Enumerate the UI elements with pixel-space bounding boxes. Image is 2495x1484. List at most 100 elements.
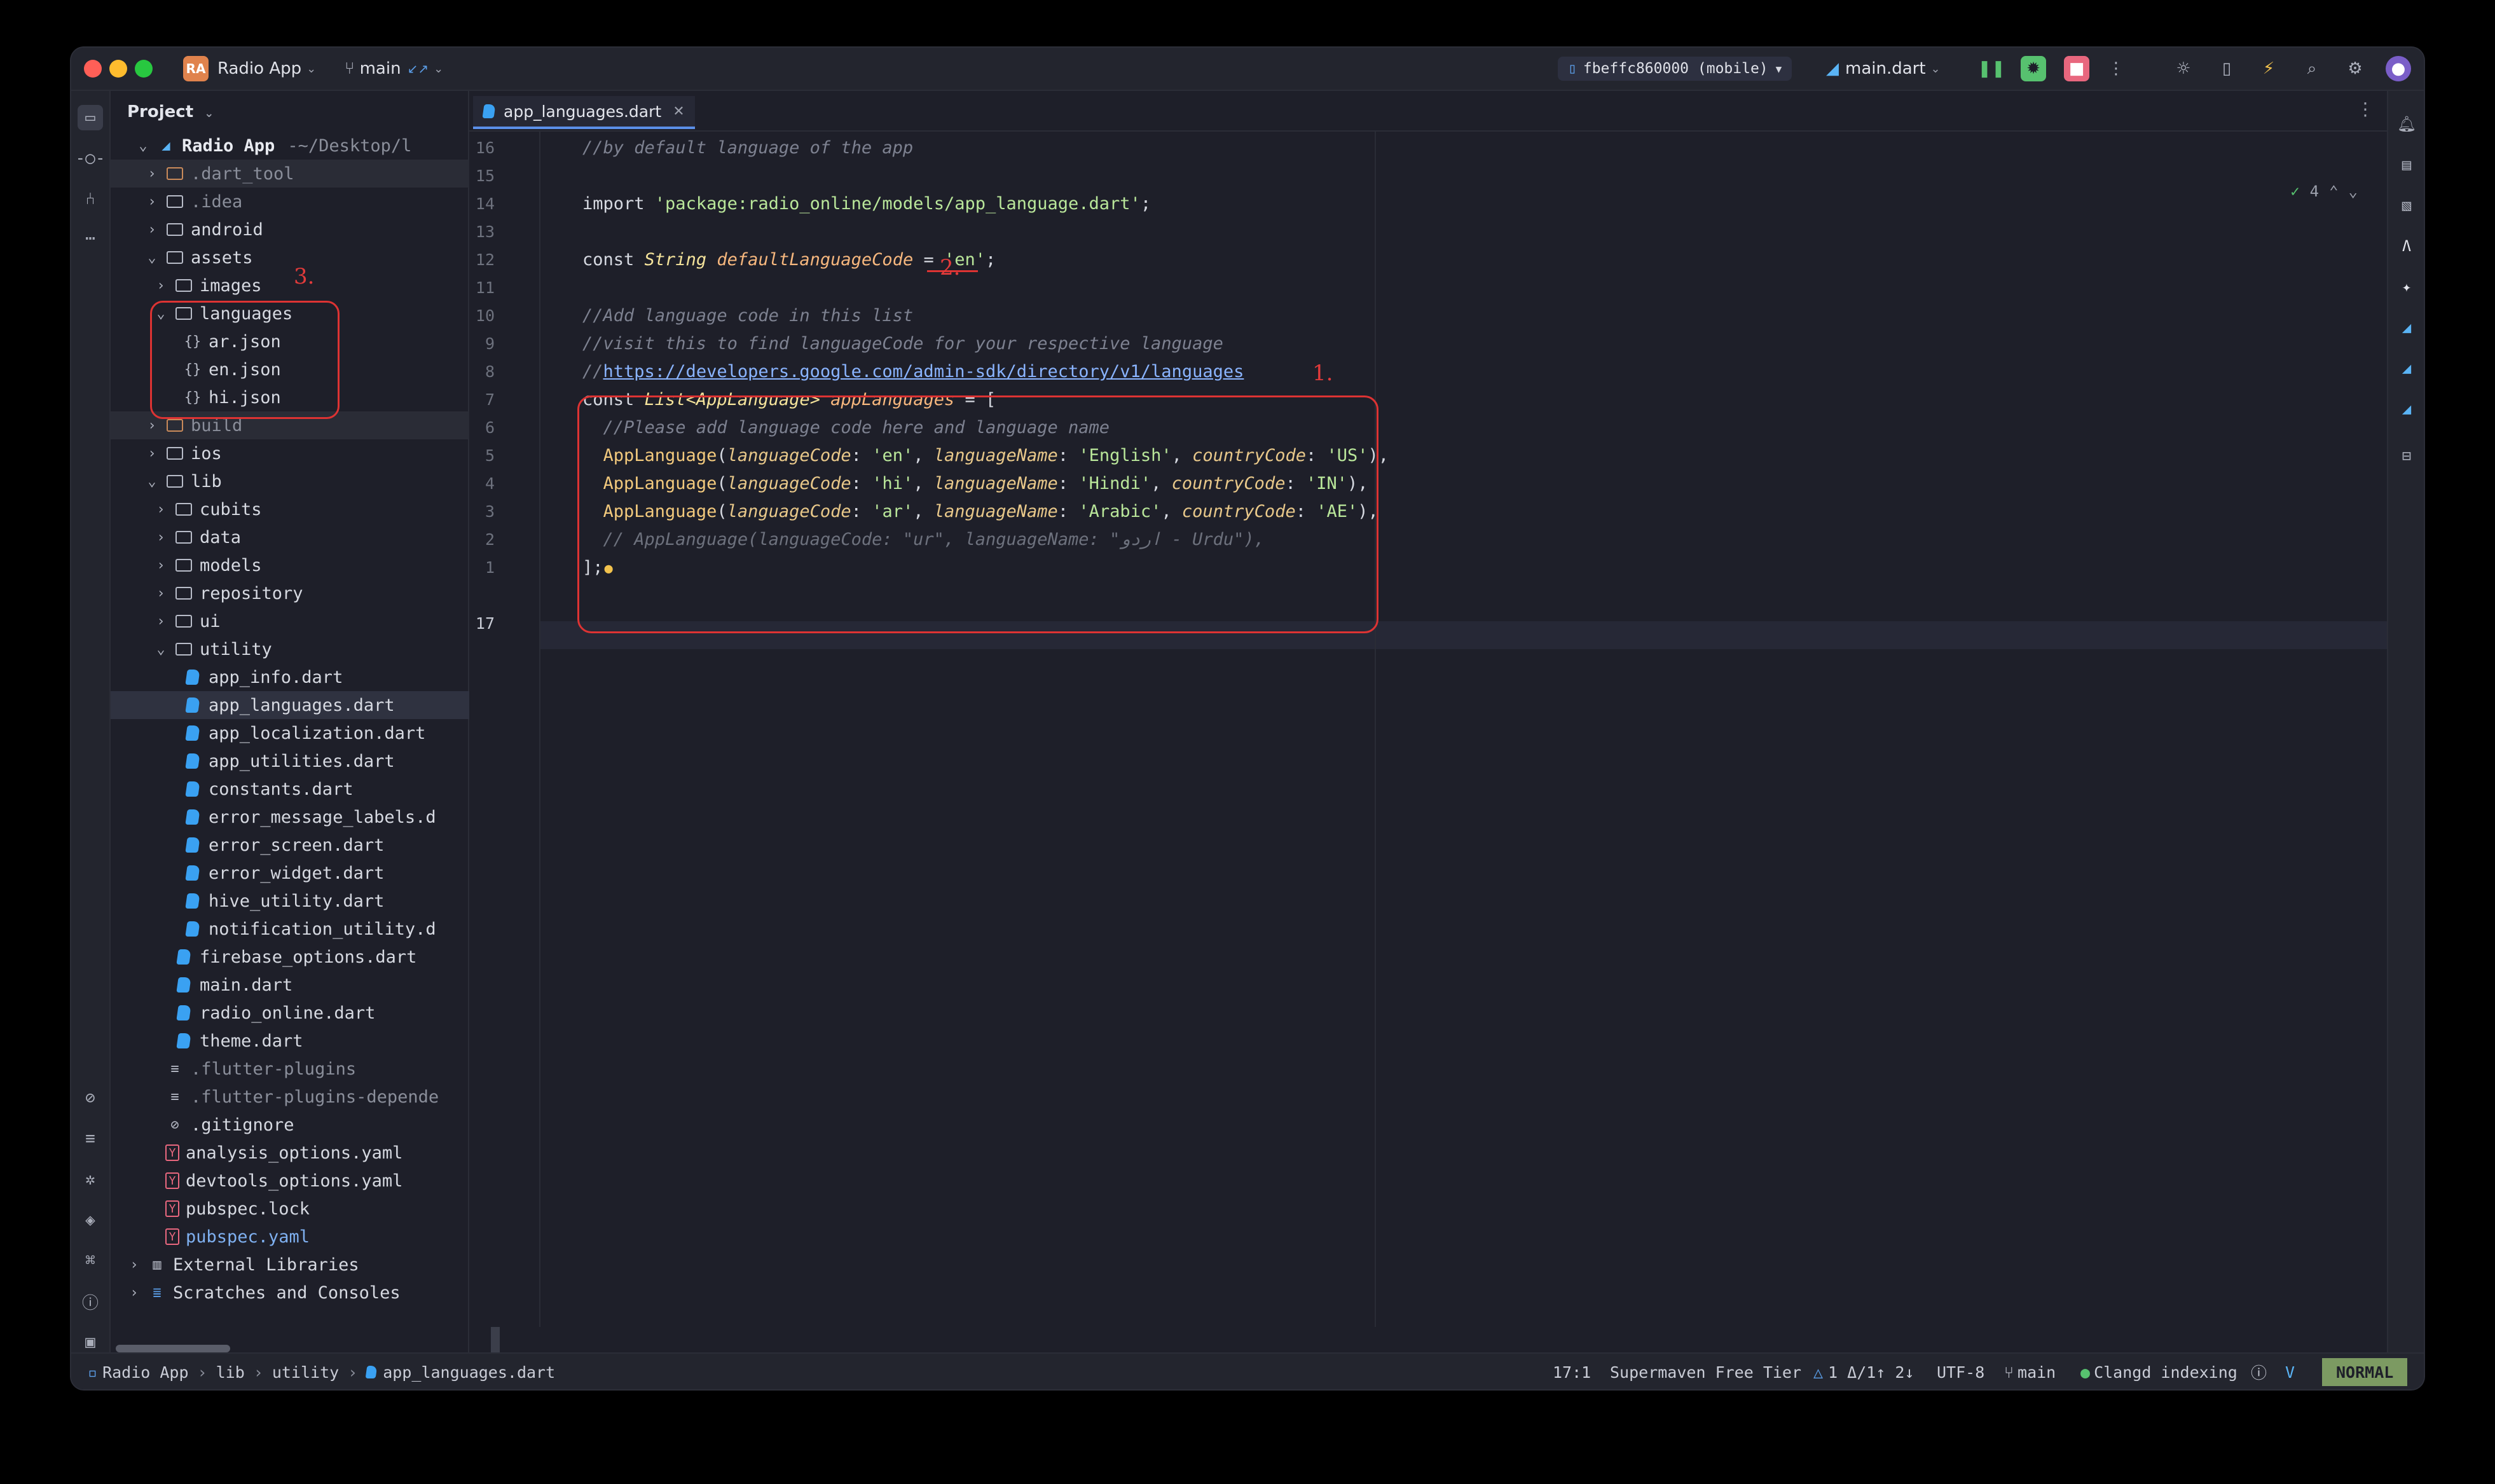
search-icon[interactable]: ⌕ xyxy=(2299,56,2325,81)
tree-item[interactable]: › models xyxy=(111,551,510,579)
tree-item[interactable]: main.dart xyxy=(111,971,510,999)
flutter-outline-icon[interactable]: ◢ xyxy=(2394,396,2419,422)
chevron-up-icon[interactable]: ⌃ xyxy=(2329,182,2338,200)
line-number[interactable]: 13 xyxy=(457,218,495,246)
sparkle-icon[interactable]: ✦ xyxy=(2394,274,2419,299)
minimize-window-button[interactable] xyxy=(109,60,127,78)
tree-item[interactable]: firebase_options.dart xyxy=(111,943,510,971)
tree-item[interactable]: hive_utility.dart xyxy=(111,887,519,915)
git-branch-status[interactable]: ⑂ main xyxy=(2004,1354,2056,1389)
line-number[interactable]: 12 xyxy=(457,246,495,274)
run-config-selector[interactable]: ◢ main.dart ⌄ xyxy=(1826,48,1941,90)
tree-item[interactable]: Ypubspec.yaml xyxy=(111,1223,501,1251)
more-vertical-icon[interactable]: ⋮ xyxy=(2103,56,2129,81)
tree-item[interactable]: Ydevtools_options.yaml xyxy=(111,1167,501,1195)
ai-assistant-icon[interactable]: Ʌ xyxy=(2394,233,2419,259)
chevron-down-icon[interactable]: ⌄ xyxy=(2349,182,2358,200)
toolbox-icon[interactable]: ⊟ xyxy=(2394,443,2419,469)
tree-item[interactable]: › data xyxy=(111,523,510,551)
structure-icon[interactable]: ≡ xyxy=(78,1126,103,1151)
tree-item[interactable]: app_languages.dart xyxy=(111,691,519,719)
device-manager-icon[interactable]: ▯ xyxy=(2214,56,2239,81)
breadcrumb-item[interactable]: lib xyxy=(216,1363,245,1382)
line-number[interactable]: 2 xyxy=(457,526,495,554)
breadcrumb-item[interactable]: utility xyxy=(272,1363,339,1382)
tree-item[interactable]: error_message_labels.d xyxy=(111,803,519,831)
encoding[interactable]: UTF-8 xyxy=(1937,1354,1984,1389)
line-number[interactable]: 11 xyxy=(457,274,495,302)
avatar[interactable]: ● xyxy=(2386,56,2411,81)
supermaven-status[interactable]: Supermaven Free Tier xyxy=(1610,1354,1801,1389)
debug-icon[interactable]: ☼ xyxy=(2171,56,2196,81)
tree-item[interactable]: app_utilities.dart xyxy=(111,747,519,775)
tree-item[interactable]: › ios xyxy=(111,439,501,467)
zoom-window-button[interactable] xyxy=(135,60,153,78)
code-editor[interactable]: 16 15 14 13 12 11 10 9 8 7 6 5 4 3 2 1 17 ✓ 4 ⌃ ⌄ //by d… xyxy=(469,132,2415,1327)
pull-request-icon[interactable]: ⑃ xyxy=(78,186,103,212)
tree-item[interactable]: › ≣ Scratches and Consoles xyxy=(111,1279,483,1307)
tree-item[interactable]: ≡ .flutter-plugins xyxy=(111,1055,501,1083)
terminal-icon[interactable]: ▣ xyxy=(78,1329,103,1355)
breadcrumb-item[interactable]: Radio App xyxy=(102,1363,188,1382)
tree-item[interactable]: ⌄ utility xyxy=(111,635,510,663)
clipboard-icon[interactable]: ▤ xyxy=(2394,152,2419,177)
indexing-status[interactable]: ● Clangd indexing xyxy=(2080,1354,2237,1389)
tree-item[interactable]: error_screen.dart xyxy=(111,831,519,859)
tree-item[interactable]: constants.dart xyxy=(111,775,519,803)
project-view-selector[interactable]: Project ⌄ xyxy=(127,102,214,121)
vim-mode[interactable]: NORMAL xyxy=(2322,1354,2408,1389)
project-switcher[interactable]: RA Radio App ⌄ xyxy=(183,48,316,90)
tree-item[interactable]: › .idea xyxy=(111,188,501,216)
line-number[interactable]: 14 xyxy=(457,190,495,218)
close-icon[interactable]: ✕ xyxy=(673,104,684,120)
tree-item[interactable]: Yanalysis_options.yaml xyxy=(111,1139,501,1167)
tab-app-languages[interactable]: app_languages.dart ✕ xyxy=(473,96,695,129)
tree-item[interactable]: › repository xyxy=(111,579,510,607)
tree-item[interactable]: › ui xyxy=(111,607,510,635)
tree-item[interactable]: ⊘ .gitignore xyxy=(111,1111,501,1139)
vcs-status[interactable]: △ 1 Δ/1↑ 2↓ xyxy=(1813,1354,1914,1389)
more-horizontal-icon[interactable]: ⋯ xyxy=(78,226,103,251)
inspection-widget[interactable]: ✓ 4 ⌃ ⌄ xyxy=(2290,182,2358,200)
flutter-performance-icon[interactable]: ◢ xyxy=(2394,355,2419,381)
problems-icon[interactable]: ⓘ xyxy=(78,1289,103,1314)
tree-root[interactable]: ⌄ ◢ Radio App - ~/Desktop/l xyxy=(111,132,492,160)
line-number[interactable]: 16 xyxy=(457,134,495,162)
tree-item[interactable]: ≡ .flutter-plugins-depende xyxy=(111,1083,501,1111)
tree-item[interactable]: error_widget.dart xyxy=(111,859,519,887)
tree-item[interactable]: radio_online.dart xyxy=(111,999,510,1027)
gradle-icon[interactable]: ▧ xyxy=(2394,193,2419,218)
line-number[interactable]: 3 xyxy=(457,498,495,526)
line-number[interactable]: 1 xyxy=(457,554,495,582)
tree-item[interactable]: Ypubspec.lock xyxy=(111,1195,501,1223)
caret-position[interactable]: 17:1 xyxy=(1553,1354,1591,1389)
more-vertical-icon[interactable]: ⋮ xyxy=(2356,99,2374,120)
commit-icon[interactable]: -○- xyxy=(76,146,106,171)
folder-icon[interactable]: ▭ xyxy=(78,105,103,130)
tree-item[interactable]: › ▥ External Libraries xyxy=(111,1251,483,1279)
tree-item[interactable]: app_info.dart xyxy=(111,663,519,691)
tree-item[interactable]: › android xyxy=(111,216,501,244)
tree-item[interactable]: app_localization.dart xyxy=(111,719,519,747)
vim-icon[interactable]: V xyxy=(2285,1354,2295,1389)
lightning-icon[interactable]: ⚡ xyxy=(2256,56,2281,81)
bug-icon[interactable]: ✲ xyxy=(78,1167,103,1192)
tree-item[interactable]: ⌄ lib xyxy=(111,467,501,495)
inspect-icon[interactable]: ⌘ xyxy=(78,1248,103,1274)
line-number[interactable]: 6 xyxy=(457,414,495,442)
line-number[interactable]: 5 xyxy=(457,442,495,470)
stop-icon[interactable]: ■ xyxy=(2064,56,2089,81)
gear-icon[interactable]: ⚙ xyxy=(2342,56,2368,81)
docs-link[interactable]: https://developers.google.com/admin-sdk/… xyxy=(603,362,1244,381)
debug-bug-icon[interactable]: ✹ xyxy=(2021,56,2046,81)
tree-item[interactable]: theme.dart xyxy=(111,1027,510,1055)
branch-switcher[interactable]: ⑂ main ↙↗ ⌄ xyxy=(345,48,443,90)
tree-item[interactable]: › cubits xyxy=(111,495,510,523)
line-number[interactable]: 17 xyxy=(457,610,495,638)
device-selector[interactable]: ▯ fbeffc860000 (mobile) ▼ xyxy=(1558,48,1792,90)
close-window-button[interactable] xyxy=(84,60,102,78)
tree-item[interactable]: notification_utility.d xyxy=(111,915,519,943)
line-number[interactable]: 4 xyxy=(457,470,495,498)
info-icon[interactable]: ⓘ xyxy=(2251,1354,2267,1389)
horizontal-scrollbar[interactable] xyxy=(116,1345,230,1352)
